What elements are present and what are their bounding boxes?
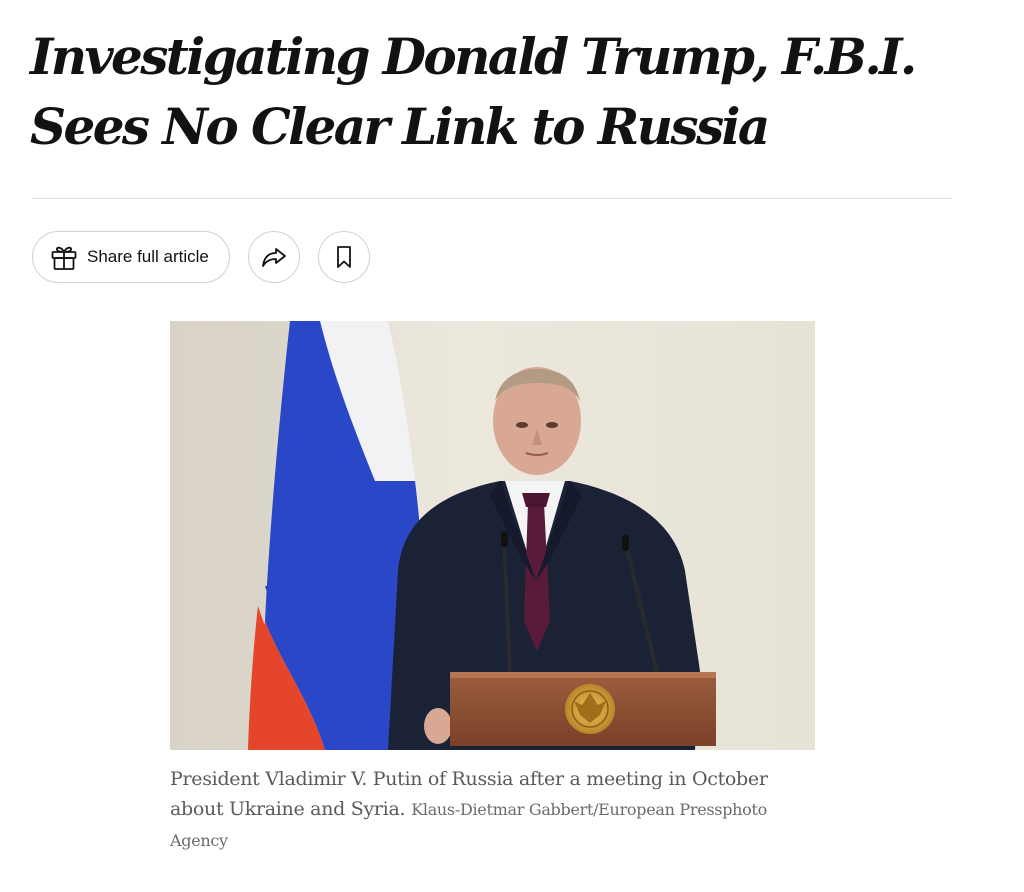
photo-caption: President Vladimir V. Putin of Russia af… (170, 764, 770, 856)
share-full-article-button[interactable]: Share full article (32, 231, 230, 283)
gift-icon (49, 242, 79, 272)
article-photo (170, 321, 815, 750)
share-button[interactable] (248, 231, 300, 283)
share-toolbar: Share full article (32, 231, 370, 283)
share-full-article-label: Share full article (87, 247, 209, 266)
headline-line-2: Sees No Clear Link to Russia (30, 97, 770, 156)
article-headline: Investigating Donald Trump, F.B.I. Sees … (30, 22, 970, 162)
save-article-button[interactable] (318, 231, 370, 283)
share-arrow-icon (259, 242, 289, 272)
headline-divider (32, 198, 952, 199)
podium (450, 672, 716, 746)
bookmark-icon (331, 243, 357, 271)
headline-line-1: Investigating Donald Trump, F.B.I. (30, 27, 917, 86)
